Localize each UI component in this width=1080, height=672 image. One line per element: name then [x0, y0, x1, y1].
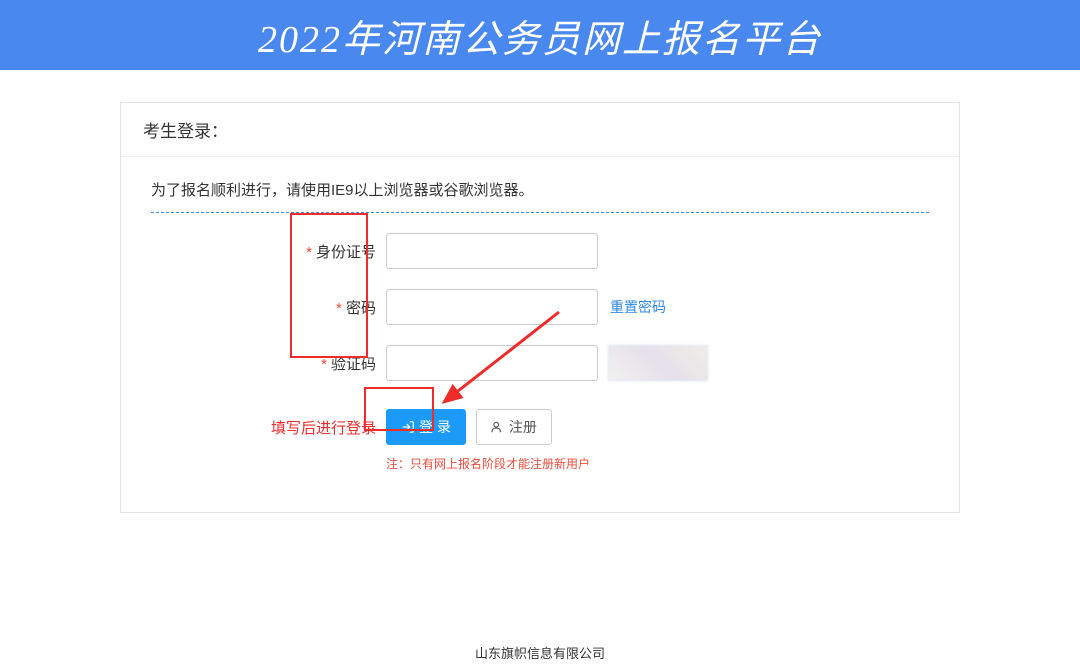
- card-title: 考生登录：: [121, 103, 959, 157]
- id-input[interactable]: [386, 233, 598, 269]
- label-id: *身份证号: [151, 241, 386, 262]
- row-captcha: *验证码: [151, 345, 929, 381]
- label-captcha: *验证码: [151, 353, 386, 374]
- login-card: 考生登录： 为了报名顺利进行，请使用IE9以上浏览器或谷歌浏览器。 *身份证号 …: [120, 102, 960, 513]
- label-captcha-text: 验证码: [331, 356, 376, 373]
- password-input[interactable]: [386, 289, 598, 325]
- reset-password-link[interactable]: 重置密码: [610, 297, 666, 317]
- row-id: *身份证号: [151, 233, 929, 269]
- register-icon: [491, 420, 505, 434]
- login-button-label: 登 录: [419, 417, 451, 437]
- login-icon: [401, 420, 415, 434]
- label-password: *密码: [151, 297, 386, 318]
- footer-company: 山东旗帜信息有限公司: [0, 643, 1080, 672]
- label-password-text: 密码: [346, 300, 376, 317]
- browser-notice: 为了报名顺利进行，请使用IE9以上浏览器或谷歌浏览器。: [151, 179, 929, 213]
- row-password: *密码 重置密码: [151, 289, 929, 325]
- header-banner: 2022年河南公务员网上报名平台: [0, 0, 1080, 70]
- login-button[interactable]: 登 录: [386, 409, 466, 445]
- register-button[interactable]: 注册: [476, 409, 552, 445]
- required-mark: *: [306, 244, 312, 261]
- label-id-text: 身份证号: [316, 244, 376, 261]
- action-row: 填写后进行登录 登 录 注册: [151, 409, 929, 445]
- captcha-input[interactable]: [386, 345, 598, 381]
- required-mark: *: [321, 356, 327, 373]
- register-note: 注：只有网上报名阶段才能注册新用户: [386, 455, 929, 472]
- card-body: 为了报名顺利进行，请使用IE9以上浏览器或谷歌浏览器。 *身份证号 *密码 重置…: [121, 157, 959, 512]
- required-mark: *: [336, 300, 342, 317]
- page-title: 2022年河南公务员网上报名平台: [258, 8, 822, 63]
- action-hint: 填写后进行登录: [151, 417, 386, 438]
- register-button-label: 注册: [509, 417, 537, 437]
- captcha-image[interactable]: [608, 345, 708, 381]
